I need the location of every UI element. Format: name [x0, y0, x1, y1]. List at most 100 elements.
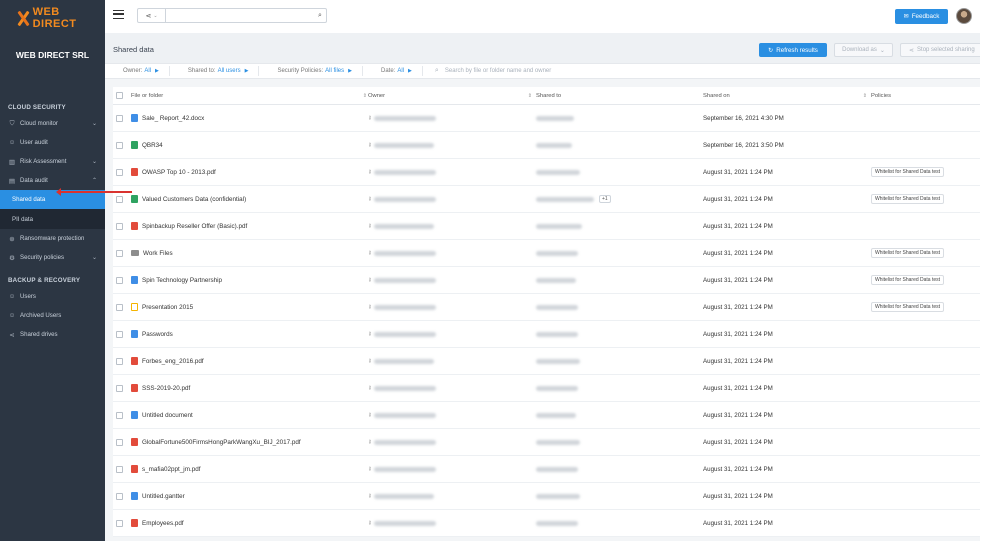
avatar[interactable] [956, 8, 972, 24]
refresh-results-button[interactable]: ↻ Refresh results [759, 43, 827, 57]
policy-badge: Whitelist for Shared Data test [871, 248, 945, 258]
row-checkbox[interactable] [116, 330, 123, 338]
table-row[interactable]: Presentation 2015 ⚷ August 31, 2021 1:24 P… [113, 294, 980, 321]
share-filter-dropdown[interactable]: ⋖ ⌄ [138, 9, 166, 22]
row-checkbox[interactable] [116, 168, 123, 176]
row-checkbox[interactable] [116, 249, 123, 257]
sidebar-item-user-audit[interactable]: ☺ User audit [0, 133, 105, 152]
sidebar-item-ransomware[interactable]: ⊛ Ransomware protection [0, 229, 105, 248]
header-shared-on[interactable]: Shared on ⇕ [703, 93, 867, 99]
row-checkbox[interactable] [116, 357, 123, 365]
file-cell[interactable]: Passwords [131, 330, 173, 338]
owner-redacted [373, 412, 436, 418]
users-icon: ☺ [8, 293, 16, 300]
sidebar-item-shared-drives[interactable]: ⋖ Shared drives [0, 325, 105, 344]
logo[interactable]: WEB DIRECT [0, 0, 105, 36]
sidebar-item-cloud-monitor[interactable]: ⛉ Cloud monitor ⌄ [0, 114, 105, 133]
table-row[interactable]: Untitled.gantter ⚷ August 31, 2021 1:24 PM [113, 483, 980, 510]
file-cell[interactable]: OWASP Top 10 - 2013.pdf [131, 168, 216, 176]
row-checkbox[interactable] [116, 141, 123, 149]
stop-sharing-button[interactable]: ⋖ Stop selected sharing [900, 43, 980, 57]
table-row[interactable]: s_mafia02ppt_jm.pdf ⚷ August 31, 2021 1:24… [113, 456, 980, 483]
file-cell[interactable]: Spin Technology Partnership [131, 276, 222, 284]
search-input[interactable] [166, 9, 314, 22]
owner-cell: ⚷ [368, 358, 434, 364]
header-owner[interactable]: Owner ⇕ [368, 93, 532, 99]
file-cell[interactable]: Forbes_eng_2016.pdf [131, 357, 204, 365]
shared-to-cell [536, 385, 578, 391]
date-filter-label: Date: [381, 68, 396, 74]
table-row[interactable]: Valued Customers Data (confidential) ⚷ +1 A… [113, 186, 980, 213]
table-row[interactable]: Employees.pdf ⚷ August 31, 2021 1:24 PM [113, 510, 980, 537]
shared-on-cell: August 31, 2021 1:24 PM [703, 492, 773, 500]
row-checkbox[interactable] [116, 438, 123, 446]
download-as-button[interactable]: Download as ⌄ [834, 43, 893, 57]
file-cell[interactable]: Untitled.gantter [131, 492, 185, 500]
owner-cell: ⚷ [368, 223, 434, 229]
file-search[interactable]: ⌕ Search by file or folder name and owne… [423, 67, 551, 75]
file-cell[interactable]: QBR34 [131, 141, 163, 149]
owner-redacted [373, 358, 434, 364]
row-checkbox[interactable] [116, 303, 123, 311]
select-all-checkbox[interactable] [116, 92, 123, 99]
feedback-button[interactable]: ✉ Feedback [895, 9, 948, 24]
table-row[interactable]: Work Files ⚷ August 31, 2021 1:24 PM Whitel… [113, 240, 980, 267]
chevron-down-icon: ⌄ [91, 121, 97, 127]
owner-cell: ⚷ [368, 142, 434, 148]
date-filter[interactable]: Date: All ▶ [363, 66, 423, 76]
table-row[interactable]: OWASP Top 10 - 2013.pdf ⚷ August 31, 2021 … [113, 159, 980, 186]
row-checkbox[interactable] [116, 276, 123, 284]
table-row[interactable]: SSS-2019-20.pdf ⚷ August 31, 2021 1:24 PM [113, 375, 980, 402]
owner-redacted [373, 385, 436, 391]
file-cell[interactable]: Sale_ Report_42.docx [131, 114, 204, 122]
shared-to-cell [536, 439, 580, 445]
file-cell[interactable]: s_mafia02ppt_jm.pdf [131, 465, 200, 473]
table-row[interactable]: Passwords ⚷ August 31, 2021 1:24 PM [113, 321, 980, 348]
owner-cell: ⚷ [368, 520, 436, 526]
file-cell[interactable]: Spinbackup Reseller Offer (Basic).pdf [131, 222, 247, 230]
header-file[interactable]: File or folder ⇕ [131, 93, 367, 99]
row-checkbox[interactable] [116, 222, 123, 230]
header-shared-to-label: Shared to [536, 92, 562, 99]
row-checkbox[interactable] [116, 195, 123, 203]
sidebar-item-users[interactable]: ☺ Users [0, 287, 105, 306]
file-cell[interactable]: Untitled document [131, 411, 193, 419]
owner-filter-value: All [144, 68, 152, 74]
sidebar-item-data-audit[interactable]: ▤ Data audit ⌃ [0, 171, 105, 190]
sidebar-item-risk-assessment[interactable]: ▥ Risk Assessment ⌄ [0, 152, 105, 171]
row-checkbox[interactable] [116, 384, 123, 392]
feedback-label: Feedback [911, 13, 940, 20]
owner-filter[interactable]: Owner: All ▶ [105, 66, 170, 76]
file-cell[interactable]: Work Files [131, 250, 173, 257]
table-row[interactable]: GlobalFortune500FirmsHongParkWangXu_BIJ_… [113, 429, 980, 456]
file-cell[interactable]: SSS-2019-20.pdf [131, 384, 190, 392]
search-icon[interactable]: ⌕ [314, 12, 326, 20]
table-row[interactable]: Forbes_eng_2016.pdf ⚷ August 31, 2021 1:24… [113, 348, 980, 375]
table-row[interactable]: QBR34 ⚷ September 16, 2021 3:50 PM [113, 132, 980, 159]
sidebar-item-label: Risk Assessment [20, 158, 67, 165]
table-row[interactable]: Spin Technology Partnership ⚷ August 31, 2… [113, 267, 980, 294]
file-cell[interactable]: Valued Customers Data (confidential) [131, 195, 246, 203]
hamburger-menu-icon[interactable] [113, 10, 124, 19]
shared-to-filter[interactable]: Shared to: All users ▶ [170, 66, 260, 76]
main-content: Shared data ↻ Refresh results Download a… [105, 33, 980, 541]
policies-filter[interactable]: Security Policies: All files ▶ [259, 66, 363, 76]
row-checkbox[interactable] [116, 492, 123, 500]
table-row[interactable]: Sale_ Report_42.docx ⚷ September 16, 2021 … [113, 105, 980, 132]
shared-to-redacted [536, 520, 578, 526]
sidebar-item-archived-users[interactable]: ☺ Archived Users [0, 306, 105, 325]
file-name: QBR34 [142, 141, 163, 149]
file-cell[interactable]: GlobalFortune500FirmsHongParkWangXu_BIJ_… [131, 438, 301, 446]
owner-redacted [373, 250, 436, 256]
file-cell[interactable]: Employees.pdf [131, 519, 184, 527]
sidebar-item-pii-data[interactable]: PII data [0, 209, 105, 229]
sidebar-item-security-policies[interactable]: ⚙ Security policies ⌄ [0, 248, 105, 267]
file-cell[interactable]: Presentation 2015 [131, 303, 193, 311]
row-checkbox[interactable] [116, 411, 123, 419]
row-checkbox[interactable] [116, 114, 123, 122]
row-checkbox[interactable] [116, 519, 123, 527]
table-row[interactable]: Spinbackup Reseller Offer (Basic).pdf ⚷ Au… [113, 213, 980, 240]
more-recipients-badge[interactable]: +1 [599, 195, 611, 203]
row-checkbox[interactable] [116, 465, 123, 473]
table-row[interactable]: Untitled document ⚷ August 31, 2021 1:24 P… [113, 402, 980, 429]
